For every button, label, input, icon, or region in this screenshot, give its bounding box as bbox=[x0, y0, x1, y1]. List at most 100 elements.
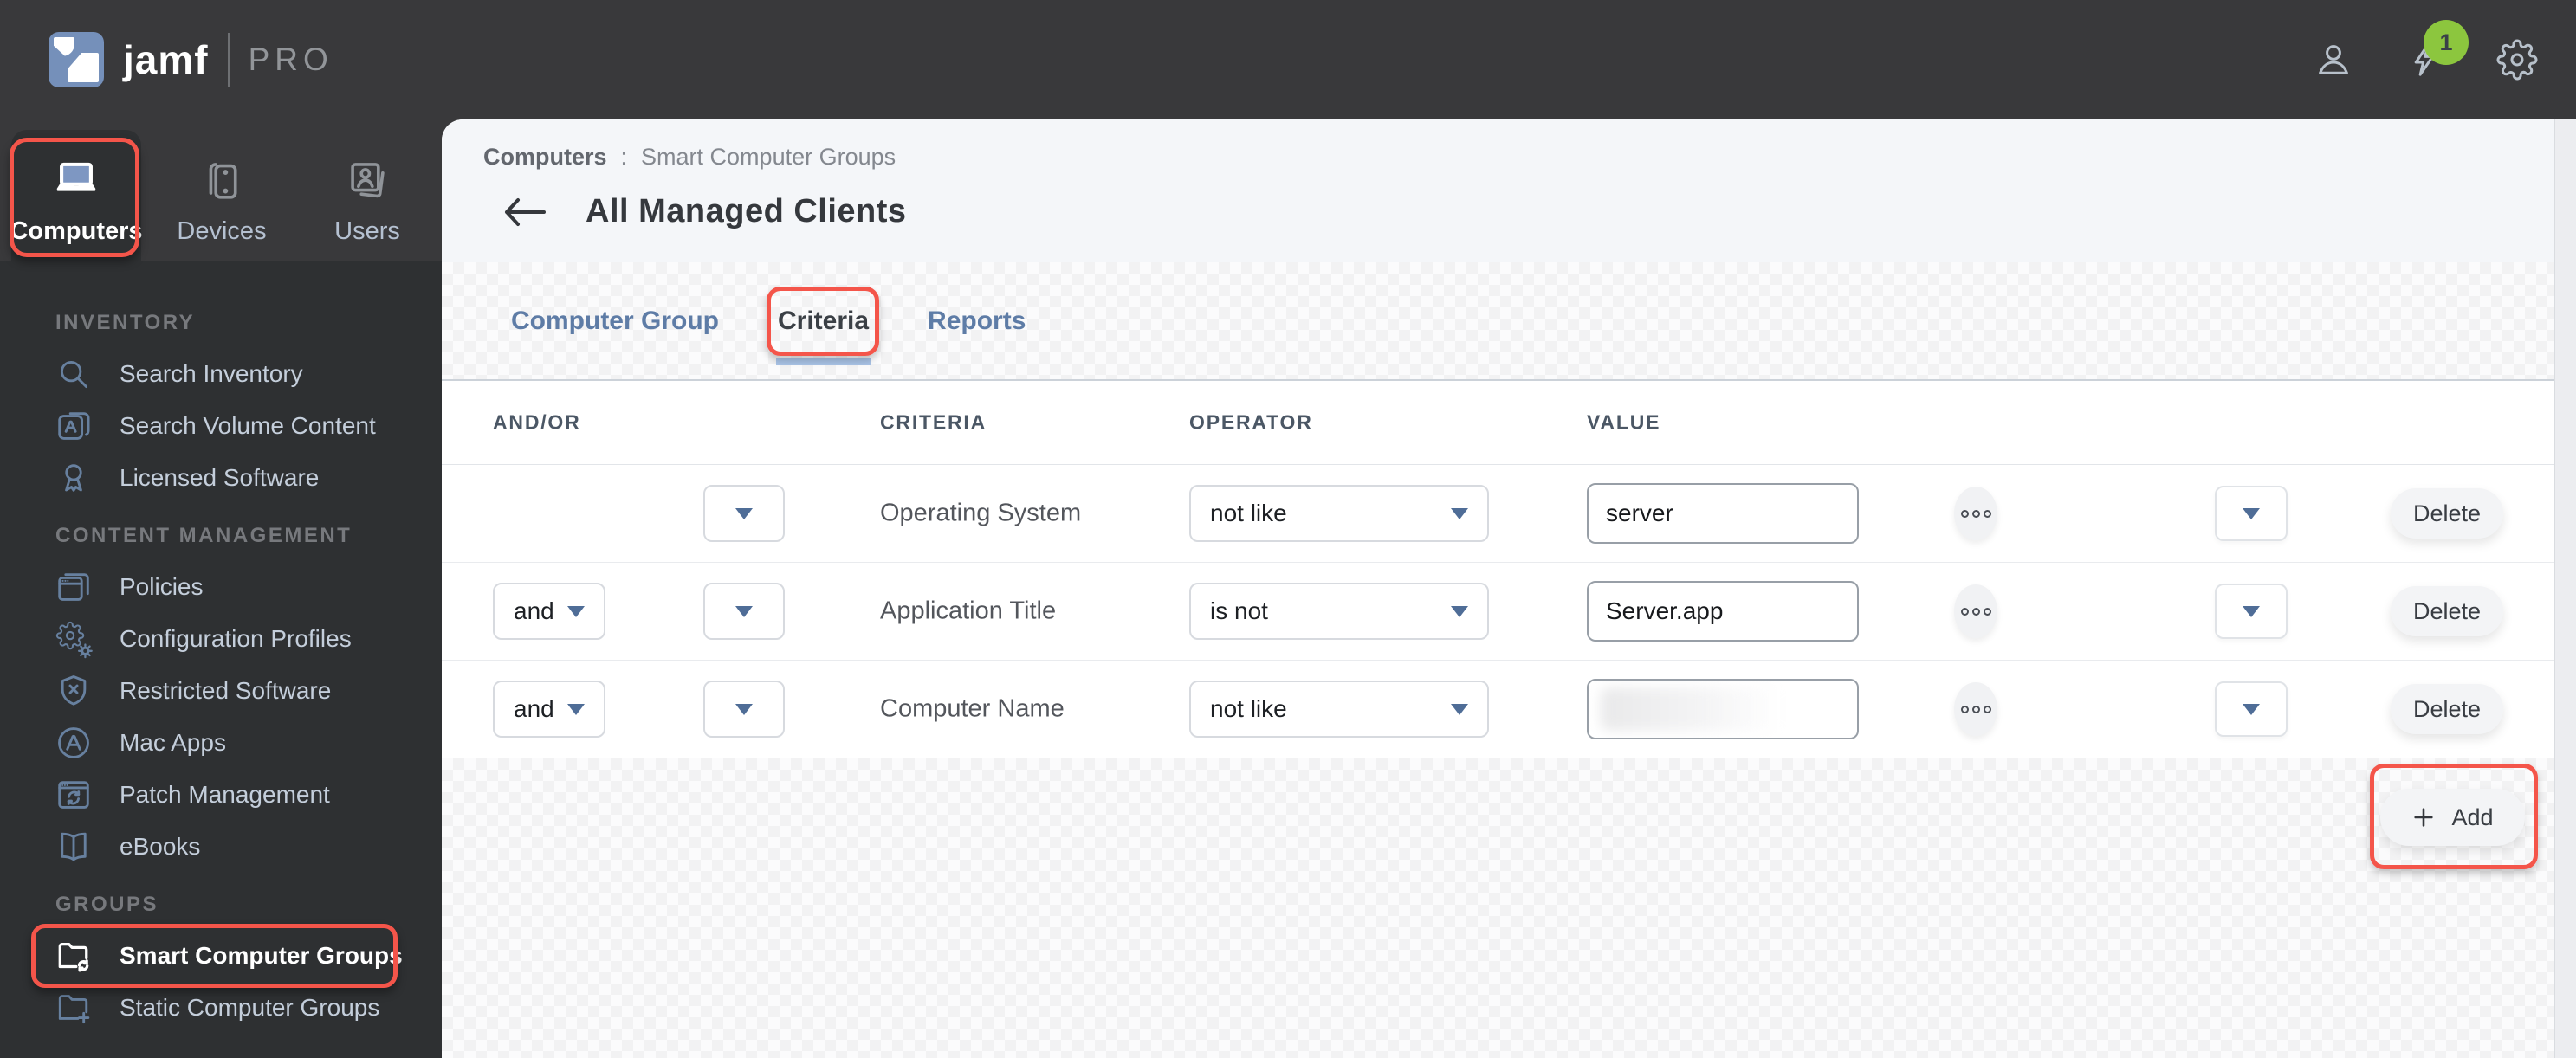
redacted-value-blur bbox=[1601, 687, 1783, 731]
andor-dropdown[interactable]: and bbox=[493, 681, 605, 738]
paren-dropdown[interactable] bbox=[703, 583, 785, 640]
criteria-name: Application Title bbox=[880, 597, 1057, 625]
chevron-down-icon bbox=[2243, 605, 2260, 617]
jamf-pro-app: jamf PRO 1 Computers Devices Users INVEN… bbox=[0, 0, 2576, 1058]
breadcrumb-current[interactable]: Smart Computer Groups bbox=[641, 144, 896, 171]
folder-plus-icon bbox=[54, 988, 94, 1028]
chevron-down-icon bbox=[567, 703, 585, 715]
column-header-criteria: CRITERIA bbox=[880, 410, 987, 434]
sidebar: Computers Devices Users INVENTORY Search… bbox=[0, 119, 442, 1058]
tab-computer-group[interactable]: Computer Group bbox=[511, 306, 719, 336]
delete-button[interactable]: Delete bbox=[2391, 488, 2503, 539]
operator-dropdown[interactable]: not like bbox=[1189, 485, 1489, 542]
user-cards-icon bbox=[342, 155, 392, 205]
sidebar-item-smart-computer-groups[interactable]: Smart Computer Groups bbox=[0, 924, 442, 988]
laptop-icon bbox=[51, 155, 101, 205]
award-ribbon-icon bbox=[54, 458, 94, 498]
header-band: Computers : Smart Computer Groups All Ma… bbox=[442, 119, 2554, 262]
more-options-button[interactable] bbox=[1954, 682, 1997, 736]
chevron-down-icon bbox=[1451, 605, 1468, 617]
column-header-value: VALUE bbox=[1587, 410, 1661, 434]
chevron-down-icon bbox=[1451, 507, 1468, 519]
ellipsis-icon bbox=[1960, 607, 1969, 616]
context-tab-label: Computers bbox=[10, 217, 143, 245]
sidebar-item-policies[interactable]: Policies bbox=[0, 561, 442, 613]
criteria-row-3: and Computer Name not like Delete bbox=[442, 661, 2554, 758]
sidebar-item-patch-management[interactable]: Patch Management bbox=[0, 769, 442, 821]
ellipsis-icon bbox=[1960, 509, 1969, 518]
more-options-button[interactable] bbox=[1954, 584, 1997, 638]
back-arrow-icon[interactable] bbox=[502, 195, 547, 229]
sidebar-item-licensed-software[interactable]: Licensed Software bbox=[0, 452, 442, 504]
context-tab-users[interactable]: Users bbox=[302, 119, 432, 261]
shield-x-icon bbox=[54, 671, 94, 711]
paren-dropdown[interactable] bbox=[703, 485, 785, 542]
sidebar-item-search-volume-content[interactable]: Search Volume Content bbox=[0, 400, 442, 452]
sidebar-item-search-inventory[interactable]: Search Inventory bbox=[0, 348, 442, 400]
row-actions-dropdown[interactable] bbox=[2215, 681, 2288, 737]
open-book-icon bbox=[54, 827, 94, 867]
delete-button[interactable]: Delete bbox=[2391, 586, 2503, 636]
criteria-name: Operating System bbox=[880, 499, 1082, 527]
folder-sync-icon bbox=[54, 936, 94, 976]
operator-dropdown[interactable]: is not bbox=[1189, 583, 1489, 640]
sidebar-item-configuration-profiles[interactable]: Configuration Profiles bbox=[0, 613, 442, 665]
delete-button[interactable]: Delete bbox=[2391, 684, 2503, 734]
section-header: GROUPS bbox=[55, 893, 159, 916]
topbar: jamf PRO 1 bbox=[0, 0, 2576, 119]
logo-text-jamf: jamf bbox=[123, 37, 209, 82]
ellipsis-icon bbox=[1960, 705, 1969, 713]
chevron-down-icon bbox=[735, 703, 753, 715]
sidebar-item-restricted-software[interactable]: Restricted Software bbox=[0, 665, 442, 717]
sidebar-nav: INVENTORY Search Inventory Search Volume… bbox=[0, 261, 442, 1058]
context-tab-devices[interactable]: Devices bbox=[157, 119, 287, 261]
section-header: CONTENT MANAGEMENT bbox=[55, 524, 353, 547]
value-input-redacted[interactable] bbox=[1587, 679, 1859, 739]
search-icon bbox=[54, 354, 94, 394]
row-actions-dropdown[interactable] bbox=[2215, 584, 2288, 639]
active-tab-underline bbox=[776, 357, 871, 365]
sidebar-item-mac-apps[interactable]: Mac Apps bbox=[0, 717, 442, 769]
context-tab-label: Users bbox=[334, 217, 400, 245]
sidebar-item-ebooks[interactable]: eBooks bbox=[0, 821, 442, 873]
value-input[interactable]: server bbox=[1587, 483, 1859, 544]
plus-icon bbox=[2414, 808, 2434, 827]
scrollbar-track[interactable] bbox=[2555, 119, 2576, 1058]
operator-dropdown[interactable]: not like bbox=[1189, 681, 1489, 738]
paren-dropdown[interactable] bbox=[703, 681, 785, 738]
sidebar-item-static-computer-groups[interactable]: Static Computer Groups bbox=[0, 982, 442, 1034]
mobile-devices-icon bbox=[197, 155, 247, 205]
value-input[interactable]: Server.app bbox=[1587, 581, 1859, 642]
column-header-andor: AND/OR bbox=[493, 410, 581, 434]
chevron-down-icon bbox=[1451, 703, 1468, 715]
settings-gear-icon[interactable] bbox=[2496, 39, 2538, 81]
andor-dropdown[interactable]: and bbox=[493, 583, 605, 640]
chevron-down-icon bbox=[2243, 507, 2260, 519]
app-pages-icon bbox=[54, 406, 94, 446]
jamf-logo-icon bbox=[49, 32, 104, 87]
nav-section-groups: GROUPS Smart Computer Groups Static Comp… bbox=[0, 892, 442, 1034]
more-options-button[interactable] bbox=[1954, 487, 1997, 540]
context-tab-computers[interactable]: Computers bbox=[10, 130, 143, 261]
criteria-table: AND/OR CRITERIA OPERATOR VALUE Operating… bbox=[442, 381, 2554, 758]
browser-refresh-icon bbox=[54, 775, 94, 815]
row-actions-dropdown[interactable] bbox=[2215, 486, 2288, 541]
tab-criteria[interactable]: Criteria bbox=[767, 286, 880, 365]
breadcrumb-parent[interactable]: Computers bbox=[483, 144, 607, 171]
criteria-row-1: Operating System not like server Delete bbox=[442, 465, 2554, 563]
context-tabs: Computers Devices Users bbox=[0, 119, 442, 261]
notifications-icon[interactable]: 1 bbox=[2404, 20, 2469, 81]
criteria-row-2: and Application Title is not Server.app … bbox=[442, 563, 2554, 661]
column-header-operator: OPERATOR bbox=[1189, 410, 1313, 434]
browser-windows-icon bbox=[54, 567, 94, 607]
topbar-actions: 1 bbox=[2313, 20, 2538, 81]
title-row: All Managed Clients bbox=[483, 193, 2554, 230]
account-icon[interactable] bbox=[2313, 39, 2354, 81]
add-criteria-button[interactable]: Add bbox=[2380, 789, 2525, 846]
chevron-down-icon bbox=[2243, 703, 2260, 715]
table-footer-area: Add bbox=[442, 758, 2554, 1058]
context-tab-label: Devices bbox=[177, 217, 267, 245]
tab-strip: Computer Group Criteria Reports bbox=[442, 262, 2554, 381]
chevron-down-icon bbox=[567, 605, 585, 617]
tab-reports[interactable]: Reports bbox=[928, 306, 1026, 336]
